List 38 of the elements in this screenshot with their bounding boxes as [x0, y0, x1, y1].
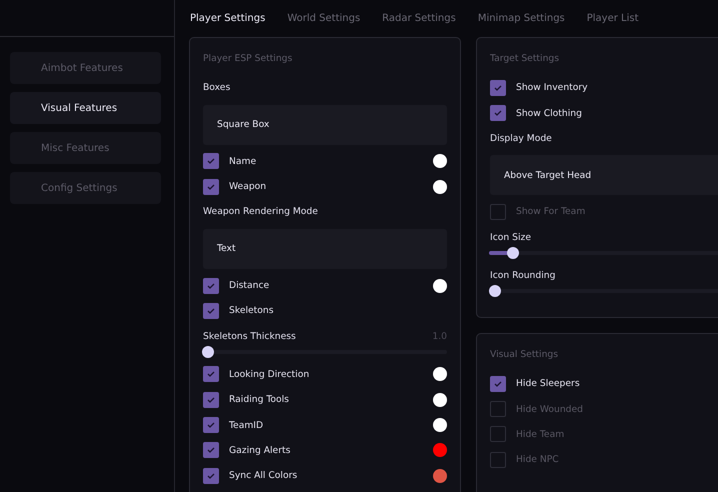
checkbox-label: Looking Direction — [229, 368, 310, 380]
dropdown[interactable]: Text — [203, 228, 447, 269]
sidebar-item[interactable]: Misc Features — [10, 132, 161, 164]
checkbox-label: Hide NPC — [516, 454, 560, 466]
slider-label: Skeletons Thickness — [203, 330, 296, 344]
sidebar-item[interactable]: Config Settings — [10, 172, 161, 204]
checkbox-label: Distance — [229, 280, 270, 292]
tab[interactable]: World Settings — [287, 13, 360, 24]
slider-label: Icon Size — [490, 230, 531, 245]
sidebar-item[interactable]: Aimbot Features — [10, 52, 161, 84]
dropdown[interactable]: Square Box — [203, 104, 447, 145]
tab[interactable]: Player List — [586, 13, 639, 24]
dropdown[interactable]: Above Target Head — [490, 155, 718, 196]
checkbox-label: Weapon — [229, 181, 268, 192]
field-label: Boxes — [203, 81, 232, 96]
panel-title: Target Settings — [490, 52, 560, 65]
checkbox-label: Hide Team — [516, 428, 566, 440]
panel-title: Visual Settings — [490, 348, 560, 361]
slider-label: Icon Rounding — [490, 269, 556, 284]
checkbox-label: Name — [229, 156, 258, 167]
checkbox-label: Show Inventory — [516, 82, 589, 94]
tab[interactable]: Radar Settings — [382, 13, 456, 24]
checkbox-label: Show For Team — [516, 206, 586, 218]
checkbox-label: TeamID — [229, 420, 264, 431]
tab[interactable]: Player Settings — [190, 13, 266, 24]
field-label: Display Mode — [490, 132, 553, 146]
checkbox-label: Show Clothing — [516, 108, 583, 119]
sidebar-item[interactable]: Visual Features — [10, 92, 161, 124]
panel-title: Player ESP Settings — [203, 52, 294, 65]
field-label: Weapon Rendering Mode — [203, 205, 319, 220]
slider-value: 1.0 — [432, 330, 447, 344]
checkbox-label: Hide Sleepers — [516, 378, 581, 390]
checkbox-label: Raiding Tools — [229, 394, 290, 406]
checkbox-label: Hide Wounded — [516, 404, 584, 415]
checkbox-label: Sync All Colors — [229, 470, 298, 482]
tab[interactable]: Minimap Settings — [478, 13, 565, 24]
checkbox-label: Skeletons — [229, 305, 275, 316]
checkbox-label: Gazing Alerts — [229, 444, 292, 456]
